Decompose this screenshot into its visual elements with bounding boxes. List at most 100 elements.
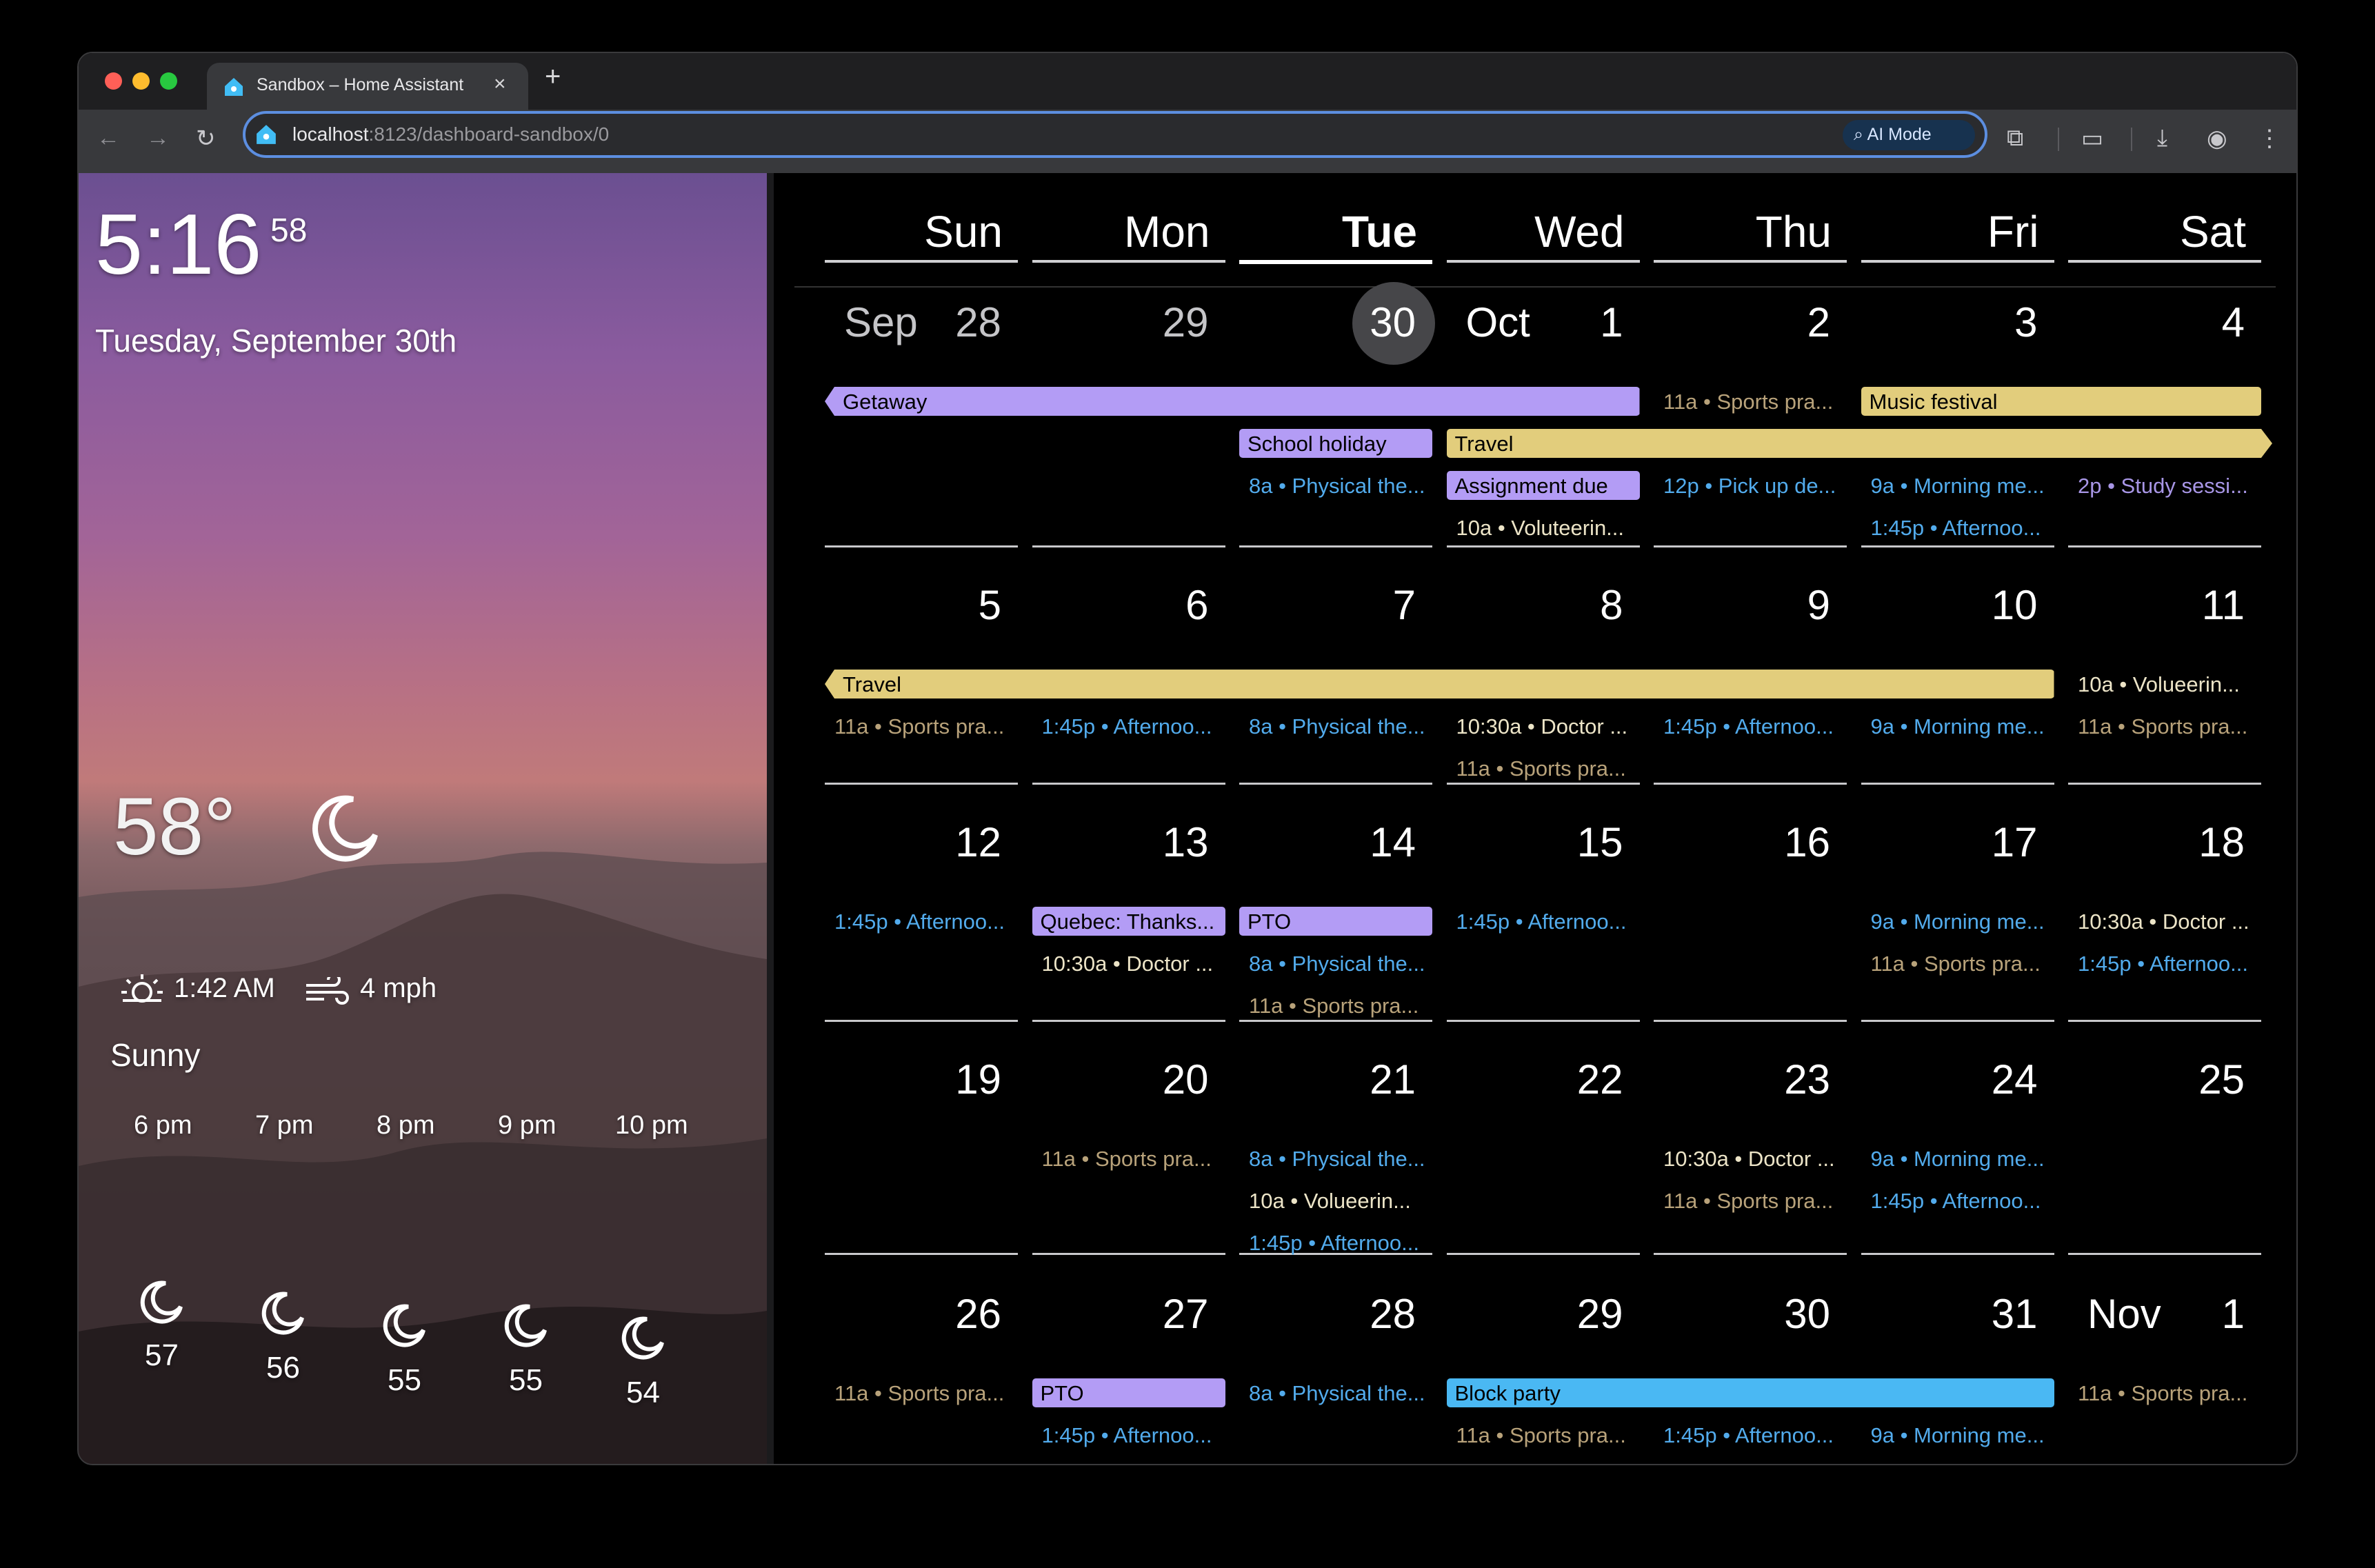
address-bar[interactable]: localhost:8123/dashboard-sandbox/0 ⌕ AI … [243, 111, 1987, 158]
day-cell-number[interactable]: 22 [1447, 1056, 1640, 1103]
day-cell-number[interactable]: 30 [1239, 299, 1432, 346]
event-bar[interactable]: Getaway [825, 387, 1640, 416]
event-bar[interactable]: PTO [1239, 907, 1432, 936]
new-tab-button[interactable]: + [545, 61, 561, 92]
calendar-event[interactable]: 11a • Sports pra... [1663, 1189, 1845, 1214]
close-tab-icon[interactable]: × [494, 72, 506, 96]
profile-icon[interactable]: ◉ [2207, 125, 2227, 152]
browser-tab[interactable]: Sandbox – Home Assistant × [207, 63, 528, 110]
day-cell-number[interactable]: 20 [1032, 1056, 1225, 1103]
calendar-event[interactable]: 10a • Volueerin... [2078, 672, 2260, 697]
calendar-event[interactable]: 1:45p • Afternoo... [1042, 714, 1224, 739]
event-bar[interactable]: Travel [1447, 429, 2273, 458]
reading-mode-icon[interactable]: ▭ [2081, 125, 2103, 152]
day-cell-number[interactable]: 2 [1654, 299, 1847, 346]
calendar-event[interactable]: 12p • Pick up de... [1663, 474, 1845, 499]
day-cell-number[interactable]: 21 [1239, 1056, 1432, 1103]
day-cell-number[interactable]: 3 [1861, 299, 2054, 346]
calendar-event[interactable]: 8a • Physical the... [1249, 1381, 1431, 1406]
day-cell-number[interactable]: 7 [1239, 581, 1432, 629]
calendar-event[interactable]: 1:45p • Afternoo... [1871, 1189, 2053, 1214]
calendar-event[interactable]: 10:30a • Doctor ... [2078, 909, 2260, 934]
calendar-event[interactable]: 11a • Sports pra... [1871, 952, 2053, 976]
calendar-event[interactable]: 11a • Sports pra... [1456, 1423, 1639, 1448]
calendar-event[interactable]: 1:45p • Afternoo... [834, 909, 1016, 934]
calendar-event[interactable]: 9a • Morning me... [1871, 909, 2053, 934]
day-cell-number[interactable]: 19 [825, 1056, 1018, 1103]
calendar-event[interactable]: 1:45p • Afternoo... [1042, 1423, 1224, 1448]
minimize-window-button[interactable] [132, 72, 150, 90]
event-bar[interactable]: School holiday [1239, 429, 1432, 458]
day-cell-number[interactable]: 14 [1239, 818, 1432, 866]
calendar-event[interactable]: 8a • Physical the... [1249, 714, 1431, 739]
calendar-event[interactable]: 10:30a • Doctor ... [1456, 714, 1639, 739]
download-icon[interactable]: ⤓ [2157, 125, 2167, 152]
calendar-event[interactable]: 11a • Sports pra... [1456, 756, 1639, 781]
calendar-event[interactable]: 2p • Study sessi... [2078, 474, 2260, 499]
calendar-event[interactable]: 11a • Sports pra... [2078, 1381, 2260, 1406]
calendar-event[interactable]: 1:45p • Afternoo... [1456, 909, 1639, 934]
forward-icon[interactable]: → [146, 125, 170, 152]
day-cell-number[interactable]: Nov 1 [2068, 1290, 2261, 1338]
day-cell-number[interactable]: 28 [1239, 1290, 1432, 1338]
calendar-event[interactable]: 11a • Sports pra... [834, 714, 1016, 739]
event-bar[interactable]: PTO [1032, 1378, 1225, 1407]
calendar-event[interactable]: 9a • Morning me... [1871, 1423, 2053, 1448]
ai-mode-button[interactable]: ⌕ AI Mode [1843, 120, 1975, 150]
day-cell-number[interactable]: 9 [1654, 581, 1847, 629]
day-cell-number[interactable]: Sep 28 [825, 299, 1018, 346]
day-cell-number[interactable]: 10 [1861, 581, 2054, 629]
day-cell-number[interactable]: 24 [1861, 1056, 2054, 1103]
day-cell-number[interactable]: 25 [2068, 1056, 2261, 1103]
day-cell-number[interactable]: 12 [825, 818, 1018, 866]
calendar-event[interactable]: 11a • Sports pra... [834, 1381, 1016, 1406]
event-bar[interactable]: Travel [825, 670, 2054, 698]
zoom-window-button[interactable] [160, 72, 177, 90]
calendar-event[interactable]: 9a • Morning me... [1871, 1147, 2053, 1172]
day-cell-number[interactable]: 6 [1032, 581, 1225, 629]
day-cell-number[interactable]: 31 [1861, 1290, 2054, 1338]
calendar-event[interactable]: 11a • Sports pra... [1042, 1147, 1224, 1172]
extensions-icon[interactable]: ⧉ [2007, 125, 2023, 152]
calendar-event[interactable]: 8a • Physical the... [1249, 474, 1431, 499]
calendar-event[interactable]: 1:45p • Afternoo... [2078, 952, 2260, 976]
calendar-event[interactable]: 1:45p • Afternoo... [1871, 516, 2053, 541]
calendar-event[interactable]: 1:45p • Afternoo... [1663, 714, 1845, 739]
day-cell-number[interactable]: 26 [825, 1290, 1018, 1338]
day-cell-number[interactable]: 8 [1447, 581, 1640, 629]
day-cell-number[interactable]: 29 [1447, 1290, 1640, 1338]
calendar-event[interactable]: 10a • Voluteerin... [1456, 516, 1639, 541]
menu-icon[interactable]: ⋮ [2258, 125, 2281, 152]
day-cell-number[interactable]: 5 [825, 581, 1018, 629]
day-cell-number[interactable]: 16 [1654, 818, 1847, 866]
calendar-event[interactable]: 9a • Morning me... [1871, 714, 2053, 739]
calendar-event[interactable]: 11a • Sports pra... [1663, 390, 1845, 414]
day-cell-number[interactable]: 17 [1861, 818, 2054, 866]
back-icon[interactable]: ← [97, 125, 120, 152]
day-cell-number[interactable]: 15 [1447, 818, 1640, 866]
day-cell-number[interactable]: 27 [1032, 1290, 1225, 1338]
calendar-event[interactable]: 1:45p • Afternoo... [1663, 1423, 1845, 1448]
calendar-event[interactable]: 8a • Physical the... [1249, 952, 1431, 976]
day-cell-number[interactable]: 30 [1654, 1290, 1847, 1338]
day-cell-number[interactable]: 23 [1654, 1056, 1847, 1103]
day-cell-number[interactable]: 13 [1032, 818, 1225, 866]
calendar-event[interactable]: 10:30a • Doctor ... [1663, 1147, 1845, 1172]
calendar-event[interactable]: 10:30a • Doctor ... [1042, 952, 1224, 976]
day-cell-number[interactable]: 18 [2068, 818, 2261, 866]
event-bar[interactable]: Music festival [1861, 387, 2261, 416]
day-cell-number[interactable]: 11 [2068, 581, 2261, 629]
event-bar[interactable]: Quebec: Thanks... [1032, 907, 1225, 936]
event-bar[interactable]: Assignment due [1446, 471, 1640, 500]
calendar-event[interactable]: 1:45p • Afternoo... [1249, 1231, 1431, 1256]
reload-icon[interactable]: ↻ [196, 125, 216, 152]
calendar-event[interactable]: 10a • Volueerin... [1249, 1189, 1431, 1214]
day-cell-number[interactable]: 29 [1032, 299, 1225, 346]
event-bar[interactable]: Block party [1446, 1378, 2054, 1407]
close-window-button[interactable] [105, 72, 122, 90]
day-cell-number[interactable]: 4 [2068, 299, 2261, 346]
calendar-event[interactable]: 11a • Sports pra... [1249, 994, 1431, 1018]
calendar-event[interactable]: 8a • Physical the... [1249, 1147, 1431, 1172]
calendar-event[interactable]: 9a • Morning me... [1871, 474, 2053, 499]
day-cell-number[interactable]: Oct 1 [1447, 299, 1640, 346]
